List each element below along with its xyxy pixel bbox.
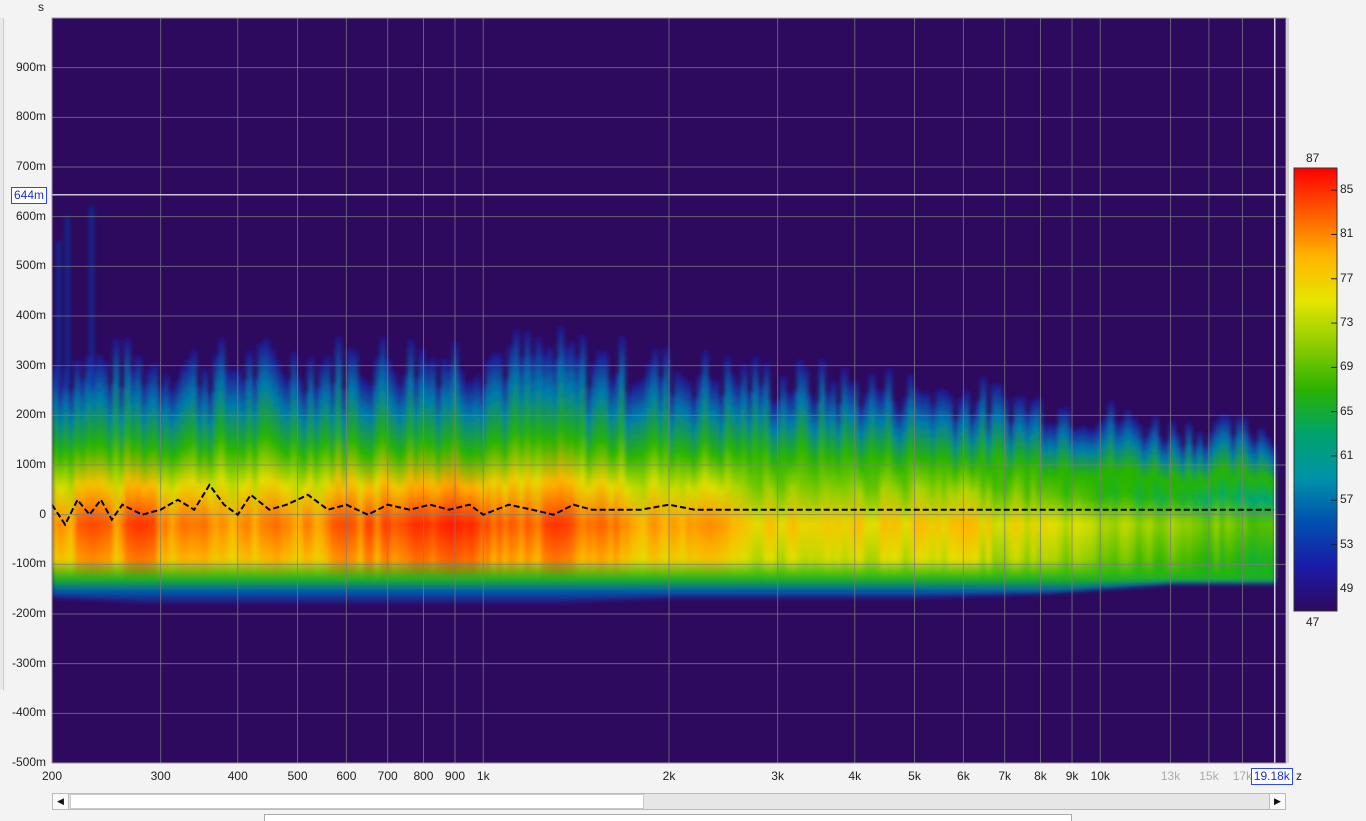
x-tick-label: 9k <box>1065 769 1079 783</box>
colorbar-tick-label: 69 <box>1340 359 1354 374</box>
colorbar-tick-label: 85 <box>1340 182 1354 197</box>
x-tick-label: 300 <box>150 769 171 783</box>
colorbar-tick-label: 65 <box>1340 403 1354 418</box>
y-tick-label: 300m <box>15 357 46 372</box>
scrollbar-thumb[interactable] <box>70 794 644 809</box>
y-tick-label: -100m <box>11 556 46 571</box>
x-tick-label: 3k <box>771 769 784 783</box>
y-tick-label: -500m <box>11 755 46 769</box>
x-tick-label: 400 <box>227 769 248 783</box>
x-tick-label: 700 <box>377 769 398 783</box>
y-tick-label: 500m <box>15 258 46 273</box>
y-tick-label: 700m <box>15 159 46 173</box>
colorbar-tick-label: 53 <box>1340 536 1354 551</box>
time-cursor-marker[interactable]: 644m <box>11 186 48 204</box>
x-tick-label: 1k <box>476 769 490 783</box>
scroll-right-button[interactable]: ▶ <box>1269 793 1286 810</box>
y-axis-unit: s <box>38 0 44 14</box>
x-tick-label: 10k <box>1090 769 1110 783</box>
y-tick-label: -200m <box>11 606 46 620</box>
y-tick-label: 800m <box>15 109 46 124</box>
x-tick-label: 8k <box>1034 769 1047 783</box>
colorbar-tick-label: 61 <box>1340 447 1354 462</box>
colorbar <box>1293 167 1338 612</box>
x-tick-label: 13k <box>1160 769 1181 783</box>
x-tick-label: 6k <box>957 769 970 783</box>
x-tick-label: 500 <box>287 769 308 783</box>
colorbar-tick-label: 81 <box>1340 226 1354 241</box>
x-tick-label: 4k <box>848 769 862 783</box>
colorbar-min-label: 47 <box>1306 615 1320 629</box>
x-tick-label: 2k <box>662 769 676 783</box>
colorbar-tick-label: 77 <box>1340 270 1354 285</box>
scroll-left-button[interactable]: ◀ <box>52 793 69 810</box>
colorbar-tick-label: 57 <box>1340 492 1354 507</box>
y-tick-label: 200m <box>15 407 46 422</box>
y-tick-label: 600m <box>15 208 46 223</box>
colorbar-max-label: 87 <box>1306 151 1320 165</box>
x-tick-label: 200 <box>41 769 63 783</box>
x-tick-label: 15k <box>1199 769 1219 783</box>
y-tick-label: 100m <box>15 457 46 471</box>
plot-edge-shadow <box>1286 18 1289 763</box>
x-tick-label: 800 <box>413 769 434 783</box>
x-tick-label: 600 <box>336 769 357 783</box>
y-tick-label: 0 <box>39 506 46 521</box>
x-tick-label: 17k <box>1232 769 1253 783</box>
y-tick-label: -400m <box>11 705 46 720</box>
colorbar-tick-label: 49 <box>1340 580 1354 595</box>
y-tick-label: 900m <box>15 59 46 74</box>
y-tick-label: -300m <box>11 655 46 670</box>
x-tick-label: 7k <box>998 769 1012 783</box>
bottom-panel-edge <box>264 814 1072 821</box>
colorbar-tick-label: 73 <box>1340 315 1354 330</box>
x-axis-unit: z <box>1296 769 1302 783</box>
x-tick-label: 900 <box>445 769 466 783</box>
spectrogram-chart[interactable] <box>0 0 1366 821</box>
y-tick-label: 400m <box>15 308 46 322</box>
x-tick-label: 5k <box>908 769 921 783</box>
frequency-cursor-marker[interactable]: 19.18k <box>1250 768 1293 785</box>
